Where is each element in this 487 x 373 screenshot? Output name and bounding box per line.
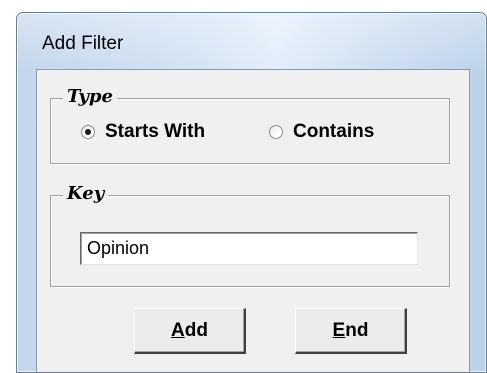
key-group-legend: Key <box>63 184 109 204</box>
key-group: Key Opinion <box>50 184 450 287</box>
type-group: Type Starts With Contains <box>50 87 450 164</box>
starts-with-label[interactable]: Starts With <box>105 121 205 143</box>
radio-unchecked-icon[interactable] <box>269 125 283 139</box>
type-group-legend: Type <box>63 87 117 107</box>
add-button[interactable]: Add <box>134 308 246 354</box>
starts-with-radio[interactable]: Starts With <box>81 121 205 143</box>
add-button-label-rest: dd <box>184 319 208 341</box>
end-button-label-rest: nd <box>345 319 369 341</box>
key-input[interactable]: Opinion <box>80 232 418 265</box>
end-button-label: End <box>333 320 369 342</box>
end-button-mnemonic: E <box>332 319 346 341</box>
end-button[interactable]: End <box>295 308 407 354</box>
window-title: Add Filter <box>42 33 124 54</box>
contains-radio[interactable]: Contains <box>269 121 374 143</box>
dialog-client-area: Type Starts With Contains Key Opinion Ad… <box>36 69 470 372</box>
contains-label[interactable]: Contains <box>293 121 374 143</box>
add-filter-dialog: Add Filter Type Starts With Contains Key… <box>16 12 487 373</box>
add-button-label: Add <box>171 320 208 342</box>
add-button-mnemonic: A <box>171 319 185 341</box>
radio-checked-icon[interactable] <box>81 125 95 139</box>
